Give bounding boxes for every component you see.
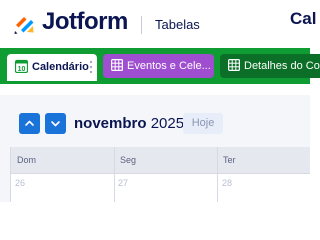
weekday-seg: Seg — [120, 155, 137, 165]
table-icon — [228, 59, 240, 71]
tab-label: Eventos e Cele... — [127, 60, 211, 72]
month-name: novembro — [74, 115, 147, 132]
month-title: novembro 2025 — [74, 115, 184, 132]
header-divider — [141, 16, 142, 34]
weekday-ter: Ter — [223, 155, 236, 165]
tab-eventos[interactable]: Eventos e Cele... — [103, 54, 214, 78]
top-bar: Jotform Tabelas Cal — [0, 0, 316, 48]
table-icon — [111, 59, 123, 71]
next-month-button[interactable] — [45, 113, 66, 134]
tab-strip: 10 Calendário Eventos e Cele... Detalhes… — [0, 48, 320, 84]
calendar-icon: 10 — [15, 59, 28, 73]
tab-label: Calendário — [32, 61, 89, 73]
more-options-icon[interactable] — [89, 60, 93, 74]
jotform-logo-icon[interactable] — [13, 11, 37, 35]
previous-month-button[interactable] — [19, 113, 40, 134]
calendar-grid — [10, 173, 310, 202]
svg-text:10: 10 — [18, 66, 26, 73]
grid-line — [217, 147, 218, 202]
tab-detalhes[interactable]: Detalhes do Co — [220, 54, 320, 78]
chevron-down-icon — [51, 121, 60, 127]
table-title: Cal — [290, 9, 317, 28]
date-cell[interactable]: 27 — [118, 178, 128, 188]
grid-line — [10, 147, 11, 202]
brand-name[interactable]: Jotform — [42, 8, 128, 36]
grid-line — [114, 147, 115, 202]
tab-calendario[interactable]: 10 Calendário — [7, 54, 97, 81]
today-button[interactable]: Hoje — [183, 113, 223, 134]
weekday-header — [10, 147, 310, 173]
date-cell[interactable]: 28 — [222, 178, 232, 188]
chevron-up-icon — [25, 120, 34, 126]
weekday-dom: Dom — [17, 155, 37, 165]
section-title: Tabelas — [155, 17, 200, 32]
grid-divider — [10, 173, 310, 174]
date-cell[interactable]: 26 — [15, 178, 25, 188]
tab-label: Detalhes do Co — [244, 60, 320, 72]
year: 2025 — [150, 115, 185, 132]
